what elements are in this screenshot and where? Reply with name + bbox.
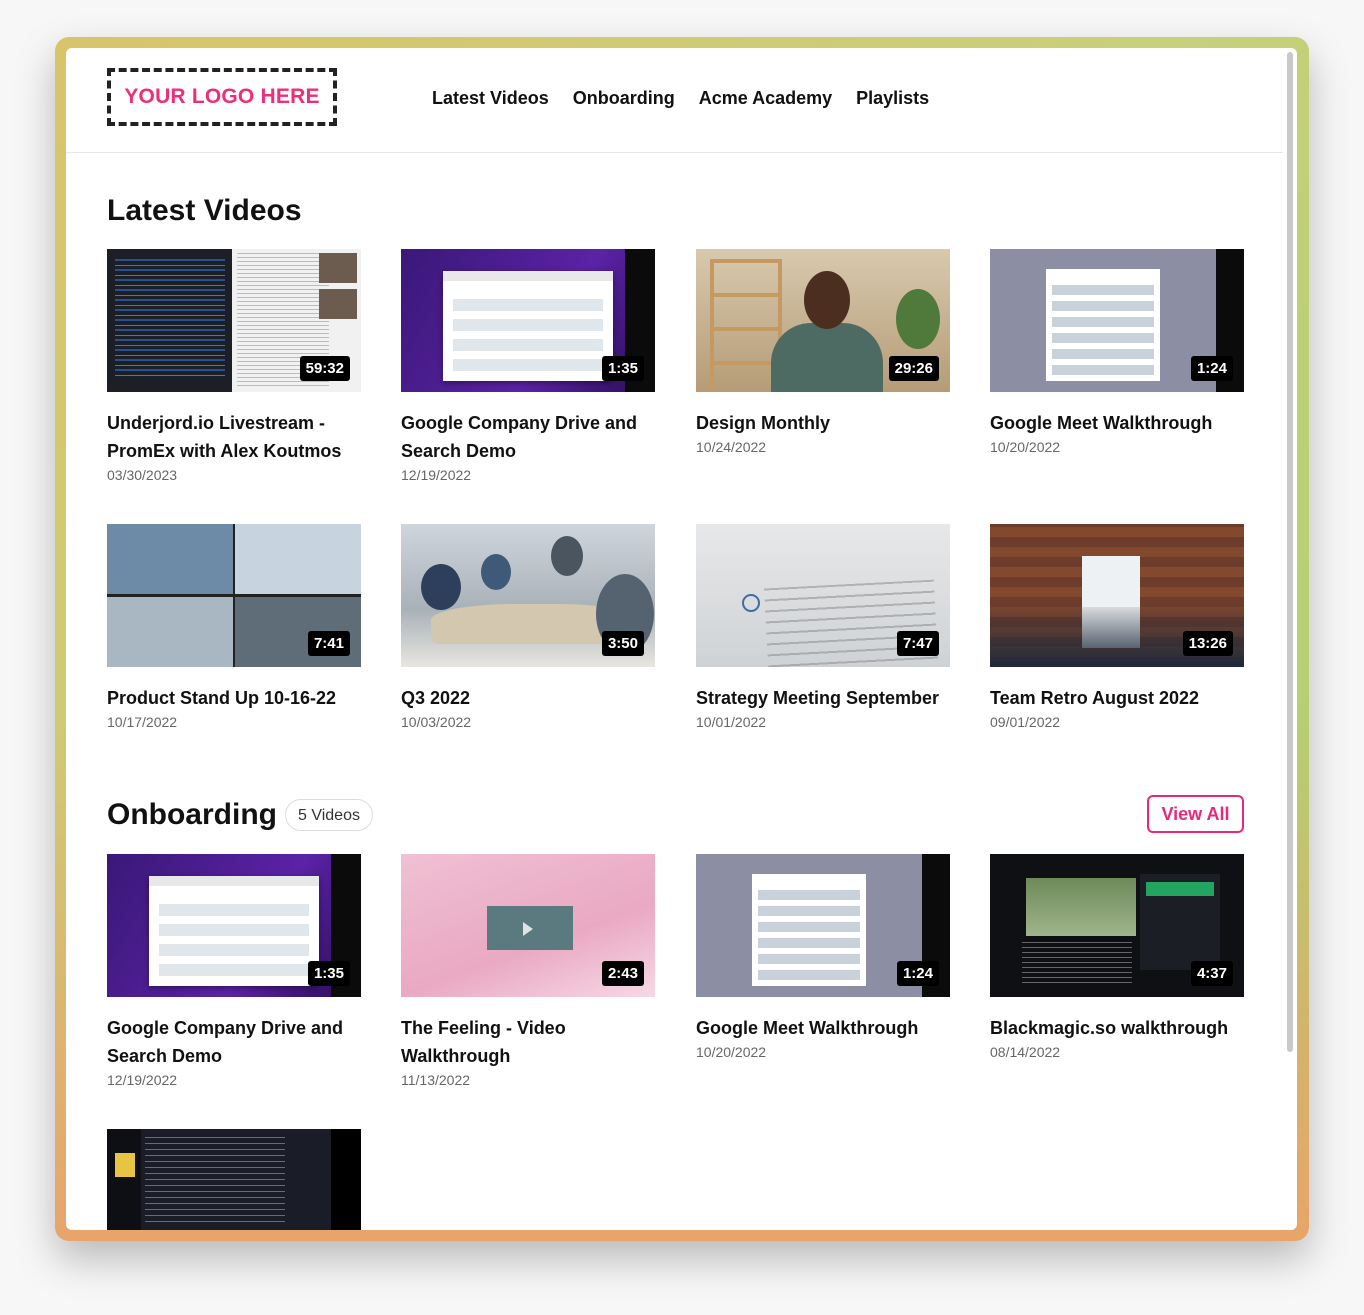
video-date: 12/19/2022 [107, 1072, 178, 1088]
duration-badge: 1:24 [1190, 356, 1233, 381]
video-title[interactable]: Google Meet Walkthrough [990, 409, 1244, 437]
video-title[interactable]: Design Monthly [696, 409, 950, 437]
video-thumbnail[interactable]: 59:32 [107, 249, 361, 392]
video-date: 10/01/2022 [696, 714, 767, 730]
video-card[interactable]: 4:37 Blackmagic.so walkthrough 08/14/202… [990, 854, 1244, 1062]
video-thumbnail[interactable]: 1:35 [401, 249, 655, 392]
duration-badge: 7:47 [896, 631, 939, 656]
video-title[interactable]: Google Company Drive and Search Demo [401, 409, 655, 465]
nav-acme-academy[interactable]: Acme Academy [699, 88, 832, 109]
window-frame: YOUR LOGO HERE Latest Videos Onboarding … [55, 37, 1309, 1241]
video-date: 03/30/2023 [107, 467, 178, 483]
video-date: 10/24/2022 [696, 439, 767, 455]
duration-badge: 2:43 [601, 961, 644, 986]
video-card[interactable]: 3:50 Q3 2022 10/03/2022 [401, 524, 655, 732]
video-thumbnail[interactable] [107, 1129, 361, 1230]
site-header: YOUR LOGO HERE Latest Videos Onboarding … [66, 48, 1283, 153]
video-card[interactable]: 1:35 Google Company Drive and Search Dem… [401, 249, 655, 485]
scrollbar-thumb[interactable] [1287, 52, 1293, 1052]
video-title[interactable]: Team Retro August 2022 [990, 684, 1244, 712]
video-title[interactable]: Strategy Meeting September [696, 684, 950, 712]
duration-badge: 59:32 [299, 356, 350, 381]
video-card[interactable]: 59:32 Underjord.io Livestream - PromEx w… [107, 249, 361, 485]
section-heading-onboarding: Onboarding [107, 798, 277, 831]
video-date: 10/20/2022 [990, 439, 1061, 455]
browser-window: YOUR LOGO HERE Latest Videos Onboarding … [66, 48, 1297, 1230]
video-title[interactable]: Product Stand Up 10-16-22 [107, 684, 361, 712]
video-date: 12/19/2022 [401, 467, 472, 483]
duration-badge: 1:24 [896, 961, 939, 986]
video-card[interactable]: 7:41 Product Stand Up 10-16-22 10/17/202… [107, 524, 361, 732]
view-all-button[interactable]: View All [1147, 795, 1244, 833]
scrollbar[interactable] [1283, 48, 1295, 1230]
video-card[interactable] [107, 1129, 361, 1230]
video-title[interactable]: Underjord.io Livestream - PromEx with Al… [107, 409, 361, 465]
video-title[interactable]: Blackmagic.so walkthrough [990, 1014, 1244, 1042]
nav-onboarding[interactable]: Onboarding [573, 88, 675, 109]
nav-latest-videos[interactable]: Latest Videos [432, 88, 549, 109]
video-card[interactable]: 1:24 Google Meet Walkthrough 10/20/2022 [990, 249, 1244, 457]
video-card[interactable]: 1:24 Google Meet Walkthrough 10/20/2022 [696, 854, 950, 1062]
video-title[interactable]: Google Meet Walkthrough [696, 1014, 950, 1042]
video-thumbnail[interactable]: 2:43 [401, 854, 655, 997]
main-nav: Latest Videos Onboarding Acme Academy Pl… [432, 88, 929, 109]
logo[interactable]: YOUR LOGO HERE [107, 68, 337, 126]
duration-badge: 29:26 [888, 356, 939, 381]
video-card[interactable]: 7:47 Strategy Meeting September 10/01/20… [696, 524, 950, 732]
video-title[interactable]: Q3 2022 [401, 684, 655, 712]
video-date: 10/20/2022 [696, 1044, 767, 1060]
video-title[interactable]: The Feeling - Video Walkthrough [401, 1014, 655, 1070]
video-count-badge: 5 Videos [285, 799, 373, 831]
duration-badge: 4:37 [1190, 961, 1233, 986]
duration-badge: 1:35 [601, 356, 644, 381]
video-date: 09/01/2022 [990, 714, 1061, 730]
video-date: 11/13/2022 [401, 1072, 471, 1088]
video-thumbnail[interactable]: 3:50 [401, 524, 655, 667]
section-heading-latest: Latest Videos [107, 194, 302, 227]
video-thumbnail[interactable]: 7:41 [107, 524, 361, 667]
duration-badge: 1:35 [307, 961, 350, 986]
video-date: 08/14/2022 [990, 1044, 1061, 1060]
video-thumbnail[interactable]: 1:35 [107, 854, 361, 997]
duration-badge: 7:41 [307, 631, 350, 656]
video-title[interactable]: Google Company Drive and Search Demo [107, 1014, 361, 1070]
video-card[interactable]: 2:43 The Feeling - Video Walkthrough 11/… [401, 854, 655, 1090]
video-date: 10/17/2022 [107, 714, 178, 730]
video-card[interactable]: 1:35 Google Company Drive and Search Dem… [107, 854, 361, 1090]
video-thumbnail[interactable]: 1:24 [696, 854, 950, 997]
video-date: 10/03/2022 [401, 714, 472, 730]
video-thumbnail[interactable]: 29:26 [696, 249, 950, 392]
duration-badge: 3:50 [601, 631, 644, 656]
video-thumbnail[interactable]: 13:26 [990, 524, 1244, 667]
nav-playlists[interactable]: Playlists [856, 88, 929, 109]
video-thumbnail[interactable]: 7:47 [696, 524, 950, 667]
logo-text: YOUR LOGO HERE [124, 85, 320, 108]
video-thumbnail[interactable]: 4:37 [990, 854, 1244, 997]
duration-badge: 13:26 [1182, 631, 1233, 656]
video-thumbnail[interactable]: 1:24 [990, 249, 1244, 392]
video-card[interactable]: 29:26 Design Monthly 10/24/2022 [696, 249, 950, 457]
play-icon [523, 922, 533, 936]
video-card[interactable]: 13:26 Team Retro August 2022 09/01/2022 [990, 524, 1244, 732]
